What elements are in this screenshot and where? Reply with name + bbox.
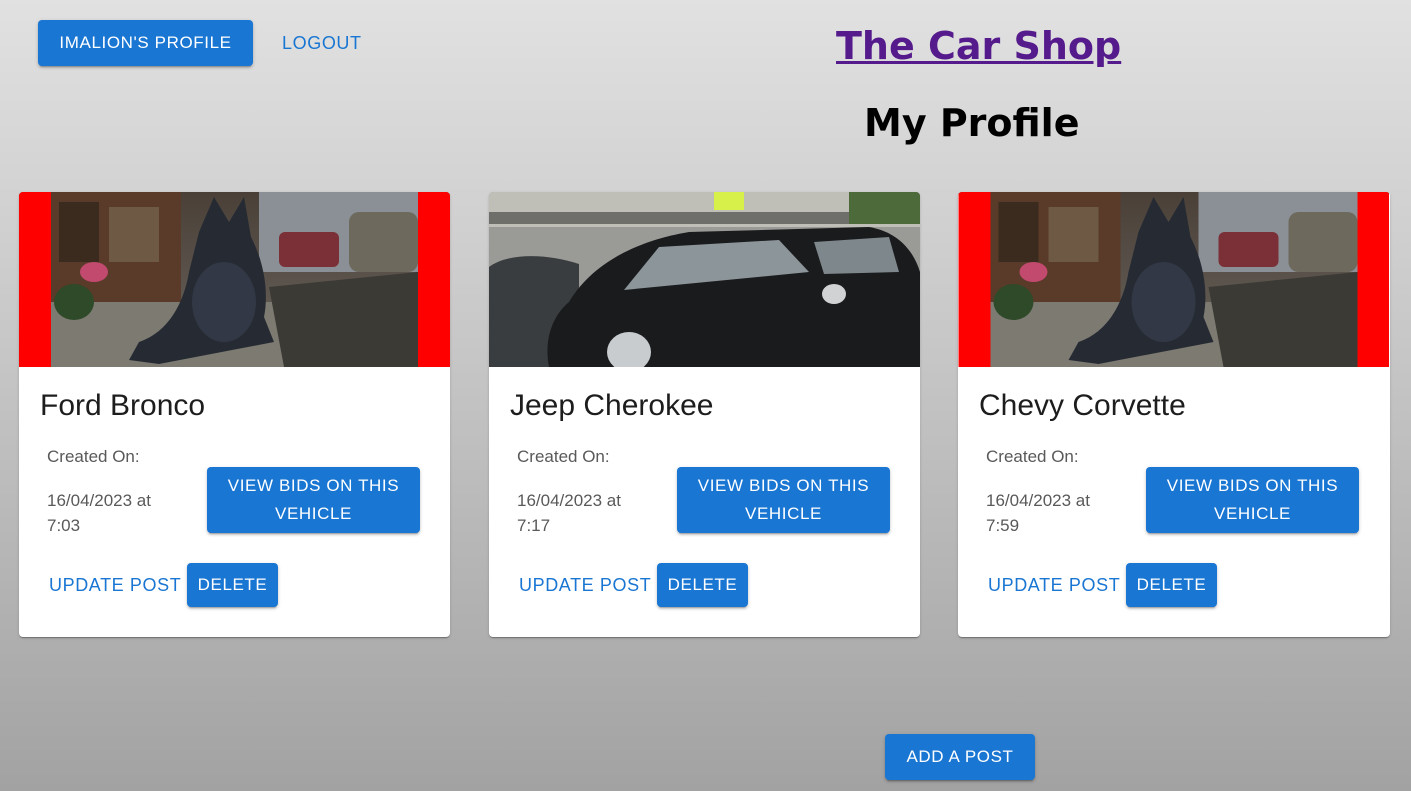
- post-title: Jeep Cherokee: [510, 389, 714, 422]
- view-bids-button[interactable]: VIEW BIDS ON THIS VEHICLE: [677, 467, 890, 533]
- site-title-link[interactable]: The Car Shop: [836, 22, 1121, 70]
- update-post-button[interactable]: UPDATE POST: [49, 563, 181, 607]
- post-card: Ford Bronco Created On: 16/04/2023 at 7:…: [19, 192, 450, 637]
- delete-button[interactable]: DELETE: [187, 563, 278, 607]
- cat-statue-photo: [958, 192, 1389, 367]
- created-on-label: Created On:: [986, 447, 1079, 466]
- created-on-label: Created On:: [517, 447, 610, 466]
- view-bids-button[interactable]: VIEW BIDS ON THIS VEHICLE: [207, 467, 420, 533]
- created-on-date: 16/04/2023 at 7:59: [986, 491, 1090, 535]
- profile-button[interactable]: IMALION'S PROFILE: [38, 20, 253, 66]
- delete-button[interactable]: DELETE: [657, 563, 748, 607]
- post-image: [19, 192, 450, 367]
- created-on-label: Created On:: [47, 447, 140, 466]
- update-post-button[interactable]: UPDATE POST: [519, 563, 651, 607]
- view-bids-button[interactable]: VIEW BIDS ON THIS VEHICLE: [1146, 467, 1359, 533]
- update-post-button[interactable]: UPDATE POST: [988, 563, 1120, 607]
- post-card: Chevy Corvette Created On: 16/04/2023 at…: [958, 192, 1390, 637]
- delete-button[interactable]: DELETE: [1126, 563, 1217, 607]
- created-on-date: 16/04/2023 at 7:03: [47, 491, 151, 535]
- post-image: [489, 192, 920, 367]
- post-card: Jeep Cherokee Created On: 16/04/2023 at …: [489, 192, 920, 637]
- post-image: [958, 192, 1389, 367]
- created-on-date: 16/04/2023 at 7:17: [517, 491, 621, 535]
- logout-button[interactable]: LOGOUT: [282, 20, 362, 66]
- add-post-button[interactable]: ADD A POST: [885, 734, 1035, 780]
- black-porsche-photo: [489, 192, 920, 367]
- cat-statue-photo: [19, 192, 450, 367]
- post-title: Ford Bronco: [40, 389, 206, 422]
- post-title: Chevy Corvette: [979, 389, 1186, 422]
- page-title: My Profile: [864, 101, 1080, 145]
